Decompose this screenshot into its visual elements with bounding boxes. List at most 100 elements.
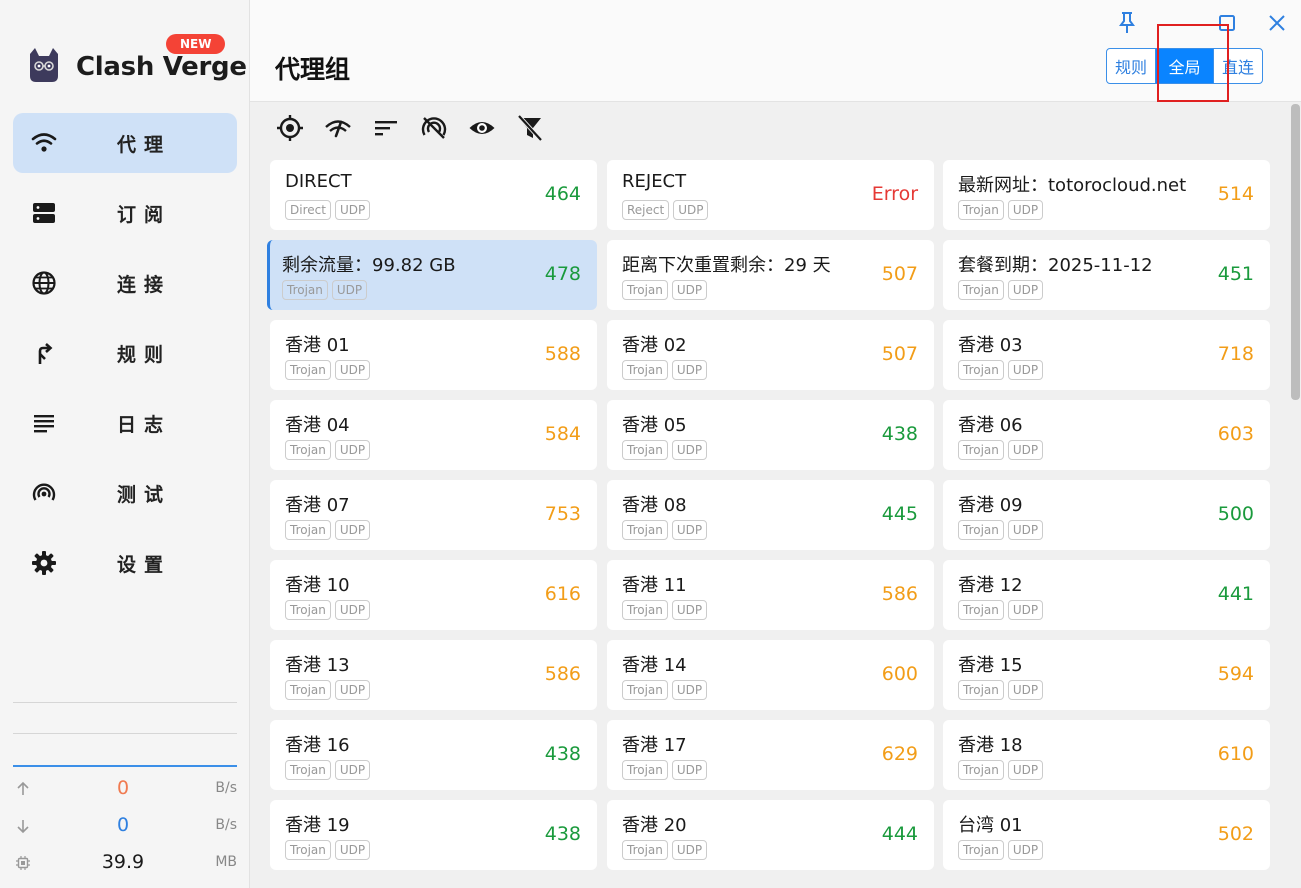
proxy-delay[interactable]: 588 xyxy=(545,343,581,365)
proxy-delay[interactable]: 502 xyxy=(1218,823,1254,845)
proxy-card[interactable]: 套餐到期：2025-11-12 Trojan UDP 451 xyxy=(943,240,1270,310)
proxy-delay[interactable]: 438 xyxy=(882,423,918,445)
proxy-card[interactable]: 香港 10 Trojan UDP 616 xyxy=(270,560,597,630)
sort-icon[interactable] xyxy=(372,114,400,142)
proxy-card[interactable]: 香港 17 Trojan UDP 629 xyxy=(607,720,934,790)
proxy-tag: Trojan xyxy=(622,360,668,380)
close-icon[interactable] xyxy=(1264,10,1290,36)
sidebar-item-proxy[interactable]: 代理 xyxy=(13,113,237,173)
upload-speed: 0 xyxy=(116,777,130,799)
proxy-tag: Trojan xyxy=(958,520,1004,540)
proxy-delay[interactable]: 478 xyxy=(545,263,581,285)
proxy-card[interactable]: 香港 06 Trojan UDP 603 xyxy=(943,400,1270,470)
proxy-delay[interactable]: 441 xyxy=(1218,583,1254,605)
proxy-tags: Trojan UDP xyxy=(622,600,708,620)
memory-unit: MB xyxy=(215,854,237,870)
proxy-card[interactable]: 香港 05 Trojan UDP 438 xyxy=(607,400,934,470)
sidebar-item-subscription[interactable]: 订阅 xyxy=(13,183,237,243)
proxy-card[interactable]: 剩余流量：99.82 GB Trojan UDP 478 xyxy=(267,240,597,310)
proxy-card[interactable]: 香港 02 Trojan UDP 507 xyxy=(607,320,934,390)
proxy-name: 香港 04 xyxy=(285,415,350,436)
proxy-delay[interactable]: 464 xyxy=(545,183,581,205)
pin-icon[interactable] xyxy=(1114,10,1140,36)
proxy-tags: Trojan UDP xyxy=(622,680,708,700)
mode-rule-button[interactable]: 规则 xyxy=(1107,49,1157,83)
proxy-card[interactable]: 距离下次重置剩余：29 天 Trojan UDP 507 xyxy=(607,240,934,310)
proxy-delay[interactable]: 500 xyxy=(1218,503,1254,525)
proxy-delay[interactable]: 603 xyxy=(1218,423,1254,445)
proxy-tags: Trojan UDP xyxy=(958,520,1044,540)
proxy-card[interactable]: 最新网址：totorocloud.net Trojan UDP 514 xyxy=(943,160,1270,230)
proxy-tag: Trojan xyxy=(622,680,668,700)
proxy-card[interactable]: REJECT Reject UDP Error xyxy=(607,160,934,230)
eye-icon[interactable] xyxy=(468,114,496,142)
proxy-delay[interactable]: 438 xyxy=(545,823,581,845)
proxy-card[interactable]: 香港 16 Trojan UDP 438 xyxy=(270,720,597,790)
proxy-name: 香港 03 xyxy=(958,335,1023,356)
sidebar-item-label: 测试 xyxy=(117,484,172,506)
header: 代理组 规则 全局 直连 xyxy=(250,0,1301,102)
upload-stat: 0 B/s xyxy=(13,777,237,801)
sidebar-item-logs[interactable]: 日志 xyxy=(13,393,237,453)
proxy-card[interactable]: 香港 04 Trojan UDP 584 xyxy=(270,400,597,470)
proxy-delay[interactable]: 718 xyxy=(1218,343,1254,365)
proxy-delay[interactable]: 584 xyxy=(545,423,581,445)
proxy-card[interactable]: 香港 07 Trojan UDP 753 xyxy=(270,480,597,550)
proxy-card[interactable]: 香港 20 Trojan UDP 444 xyxy=(607,800,934,870)
speed-test-icon[interactable] xyxy=(324,114,352,142)
no-signal-icon[interactable] xyxy=(420,114,448,142)
proxy-delay[interactable]: 586 xyxy=(545,663,581,685)
proxy-delay[interactable]: 594 xyxy=(1218,663,1254,685)
proxy-card[interactable]: 香港 19 Trojan UDP 438 xyxy=(270,800,597,870)
proxy-delay[interactable]: 586 xyxy=(882,583,918,605)
locate-icon[interactable] xyxy=(276,114,304,142)
proxy-card[interactable]: 香港 03 Trojan UDP 718 xyxy=(943,320,1270,390)
proxy-delay[interactable]: 600 xyxy=(882,663,918,685)
proxy-delay[interactable]: 629 xyxy=(882,743,918,765)
proxy-tag: Trojan xyxy=(958,360,1004,380)
proxy-card[interactable]: 香港 13 Trojan UDP 586 xyxy=(270,640,597,710)
proxy-delay[interactable]: 507 xyxy=(882,263,918,285)
proxy-delay[interactable]: 610 xyxy=(1218,743,1254,765)
proxy-card[interactable]: DIRECT Direct UDP 464 xyxy=(270,160,597,230)
proxy-delay[interactable]: 507 xyxy=(882,343,918,365)
proxy-tags: Trojan UDP xyxy=(958,760,1044,780)
proxy-tags: Trojan UDP xyxy=(622,760,708,780)
proxy-card[interactable]: 香港 15 Trojan UDP 594 xyxy=(943,640,1270,710)
scrollbar-thumb[interactable] xyxy=(1291,104,1300,400)
proxy-delay[interactable]: 438 xyxy=(545,743,581,765)
sidebar-item-label: 规则 xyxy=(117,344,172,366)
proxy-card[interactable]: 香港 12 Trojan UDP 441 xyxy=(943,560,1270,630)
proxy-card[interactable]: 香港 11 Trojan UDP 586 xyxy=(607,560,934,630)
proxy-name: 香港 17 xyxy=(622,735,687,756)
proxy-tag: UDP xyxy=(1007,600,1044,620)
proxy-tags: Trojan UDP xyxy=(285,840,371,860)
proxy-tag: UDP xyxy=(671,600,708,620)
proxy-card[interactable]: 香港 18 Trojan UDP 610 xyxy=(943,720,1270,790)
proxy-delay[interactable]: 753 xyxy=(545,503,581,525)
memory-chip-icon xyxy=(16,856,30,870)
sidebar-item-label: 日志 xyxy=(117,414,172,436)
sidebar-item-label: 设置 xyxy=(117,554,172,576)
sidebar-item-connections[interactable]: 连接 xyxy=(13,253,237,313)
sidebar-item-test[interactable]: 测试 xyxy=(13,463,237,523)
proxy-card[interactable]: 香港 01 Trojan UDP 588 xyxy=(270,320,597,390)
proxy-card[interactable]: 台湾 01 Trojan UDP 502 xyxy=(943,800,1270,870)
proxy-delay[interactable]: 444 xyxy=(882,823,918,845)
globe-icon xyxy=(32,271,56,295)
proxy-card[interactable]: 香港 08 Trojan UDP 445 xyxy=(607,480,934,550)
proxy-delay[interactable]: Error xyxy=(872,183,918,205)
proxy-delay[interactable]: 445 xyxy=(882,503,918,525)
proxy-card[interactable]: 香港 09 Trojan UDP 500 xyxy=(943,480,1270,550)
filter-off-icon[interactable] xyxy=(516,114,544,142)
proxy-tag: Trojan xyxy=(622,760,668,780)
sidebar-item-settings[interactable]: 设置 xyxy=(13,533,237,593)
proxy-tag: UDP xyxy=(1007,360,1044,380)
sidebar-item-rules[interactable]: 规则 xyxy=(13,323,237,383)
proxy-tag: UDP xyxy=(334,440,371,460)
proxy-delay[interactable]: 514 xyxy=(1218,183,1254,205)
proxy-card[interactable]: 香港 14 Trojan UDP 600 xyxy=(607,640,934,710)
proxy-tag: UDP xyxy=(671,520,708,540)
proxy-delay[interactable]: 616 xyxy=(545,583,581,605)
proxy-delay[interactable]: 451 xyxy=(1218,263,1254,285)
